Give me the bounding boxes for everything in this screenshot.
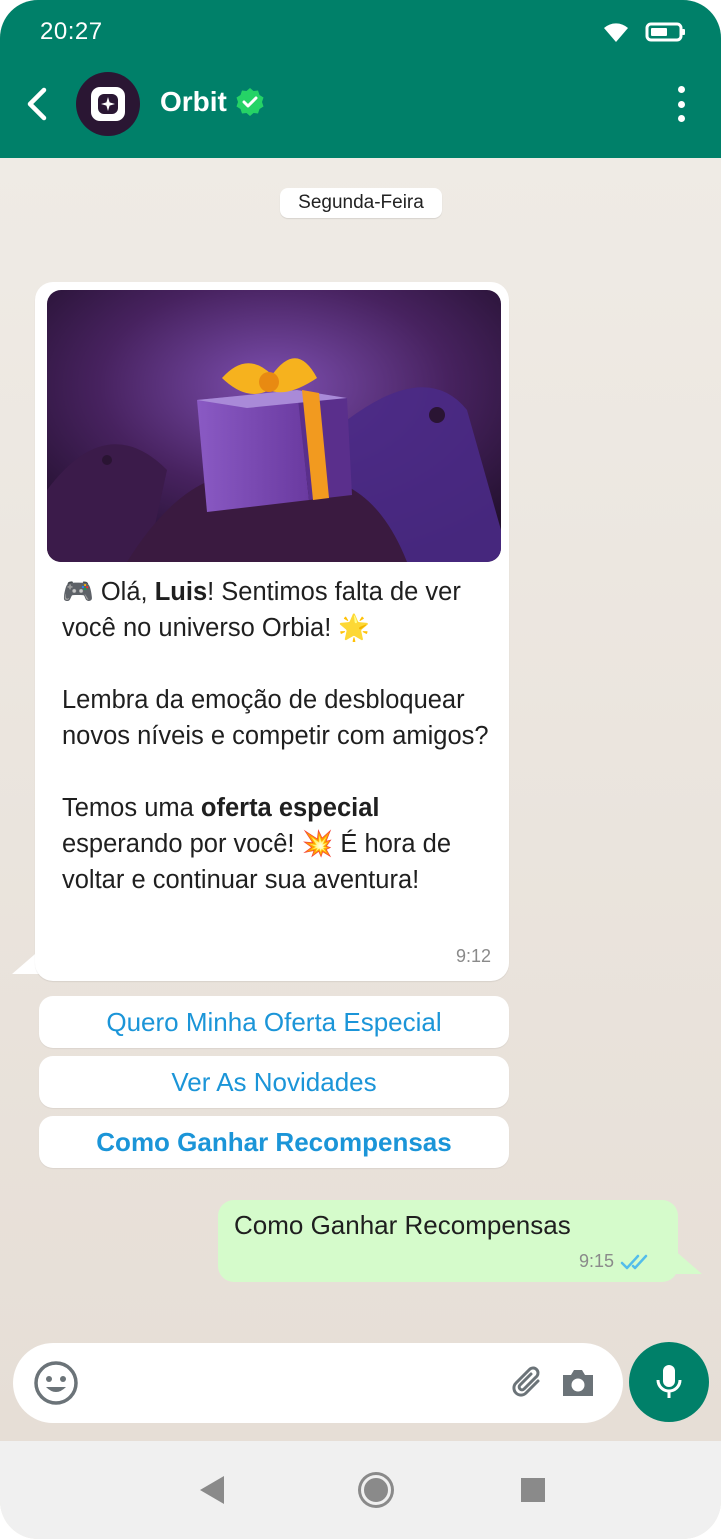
android-navigation-bar — [0, 1441, 721, 1539]
chat-area: Segunda-Feira 🎮 Olá, Luis! Sentimos falt… — [0, 158, 721, 1441]
special-offer-text: oferta especial — [200, 794, 380, 822]
quick-reply-news-button[interactable]: Ver As Novidades — [39, 1056, 509, 1108]
quick-reply-special-offer-button[interactable]: Quero Minha Oferta Especial — [39, 996, 509, 1048]
game-emoji: 🎮 — [62, 578, 94, 606]
status-time: 20:27 — [40, 18, 103, 45]
contact-name: Orbit — [160, 86, 227, 117]
user-name: Luis — [154, 578, 208, 606]
battery-icon — [645, 22, 685, 42]
star-emoji: 🌟 — [338, 614, 371, 642]
more-options-icon[interactable] — [671, 86, 691, 122]
paragraph-three-pre: Temos uma — [62, 794, 201, 822]
status-icons — [601, 20, 687, 44]
gift-box-image[interactable] — [47, 290, 501, 562]
wifi-icon — [604, 23, 628, 42]
outgoing-message-text: Como Ganhar Recompensas — [234, 1210, 571, 1240]
message-composer — [13, 1343, 623, 1423]
boom-emoji: 💥 — [301, 830, 334, 858]
double-check-icon — [620, 1254, 648, 1269]
paragraph-two: Lembra da emoção de desbloquear novos ní… — [62, 686, 489, 750]
nav-recents-icon[interactable] — [521, 1478, 545, 1502]
microphone-icon — [656, 1365, 682, 1398]
back-arrow-icon[interactable] — [18, 84, 58, 124]
outgoing-message-meta: 9:15 — [579, 1251, 654, 1272]
emoji-icon[interactable] — [33, 1360, 79, 1406]
date-chip: Segunda-Feira — [280, 188, 442, 218]
contact-info[interactable]: Orbit — [160, 86, 265, 118]
camera-icon[interactable] — [559, 1365, 597, 1401]
outgoing-message-time: 9:15 — [578, 1251, 614, 1271]
nav-home-icon[interactable] — [361, 1475, 391, 1505]
quick-reply-rewards-button[interactable]: Como Ganhar Recompensas — [39, 1116, 509, 1168]
incoming-message-time: 9:12 — [455, 946, 491, 966]
orbit-logo-icon — [91, 87, 125, 121]
nav-back-icon[interactable] — [200, 1476, 224, 1504]
incoming-message-text: 🎮 Olá, Luis! Sentimos falta de ver você … — [62, 574, 492, 898]
phone-screen: 20:27 Orbit Segunda-Feira 🎮 Olá, Luis! S… — [0, 0, 721, 1539]
contact-avatar[interactable] — [76, 72, 140, 136]
message-input[interactable] — [93, 1361, 497, 1407]
incoming-message: 🎮 Olá, Luis! Sentimos falta de ver você … — [35, 282, 509, 981]
verified-badge-icon — [236, 88, 264, 116]
paragraph-three-mid: esperando por você! — [62, 830, 302, 858]
microphone-button[interactable] — [629, 1342, 709, 1422]
chat-header: 20:27 Orbit — [0, 0, 721, 158]
paperclip-icon[interactable] — [508, 1363, 546, 1403]
greeting-text: Olá, — [93, 578, 155, 606]
outgoing-message: Como Ganhar Recompensas 9:15 — [218, 1200, 678, 1282]
